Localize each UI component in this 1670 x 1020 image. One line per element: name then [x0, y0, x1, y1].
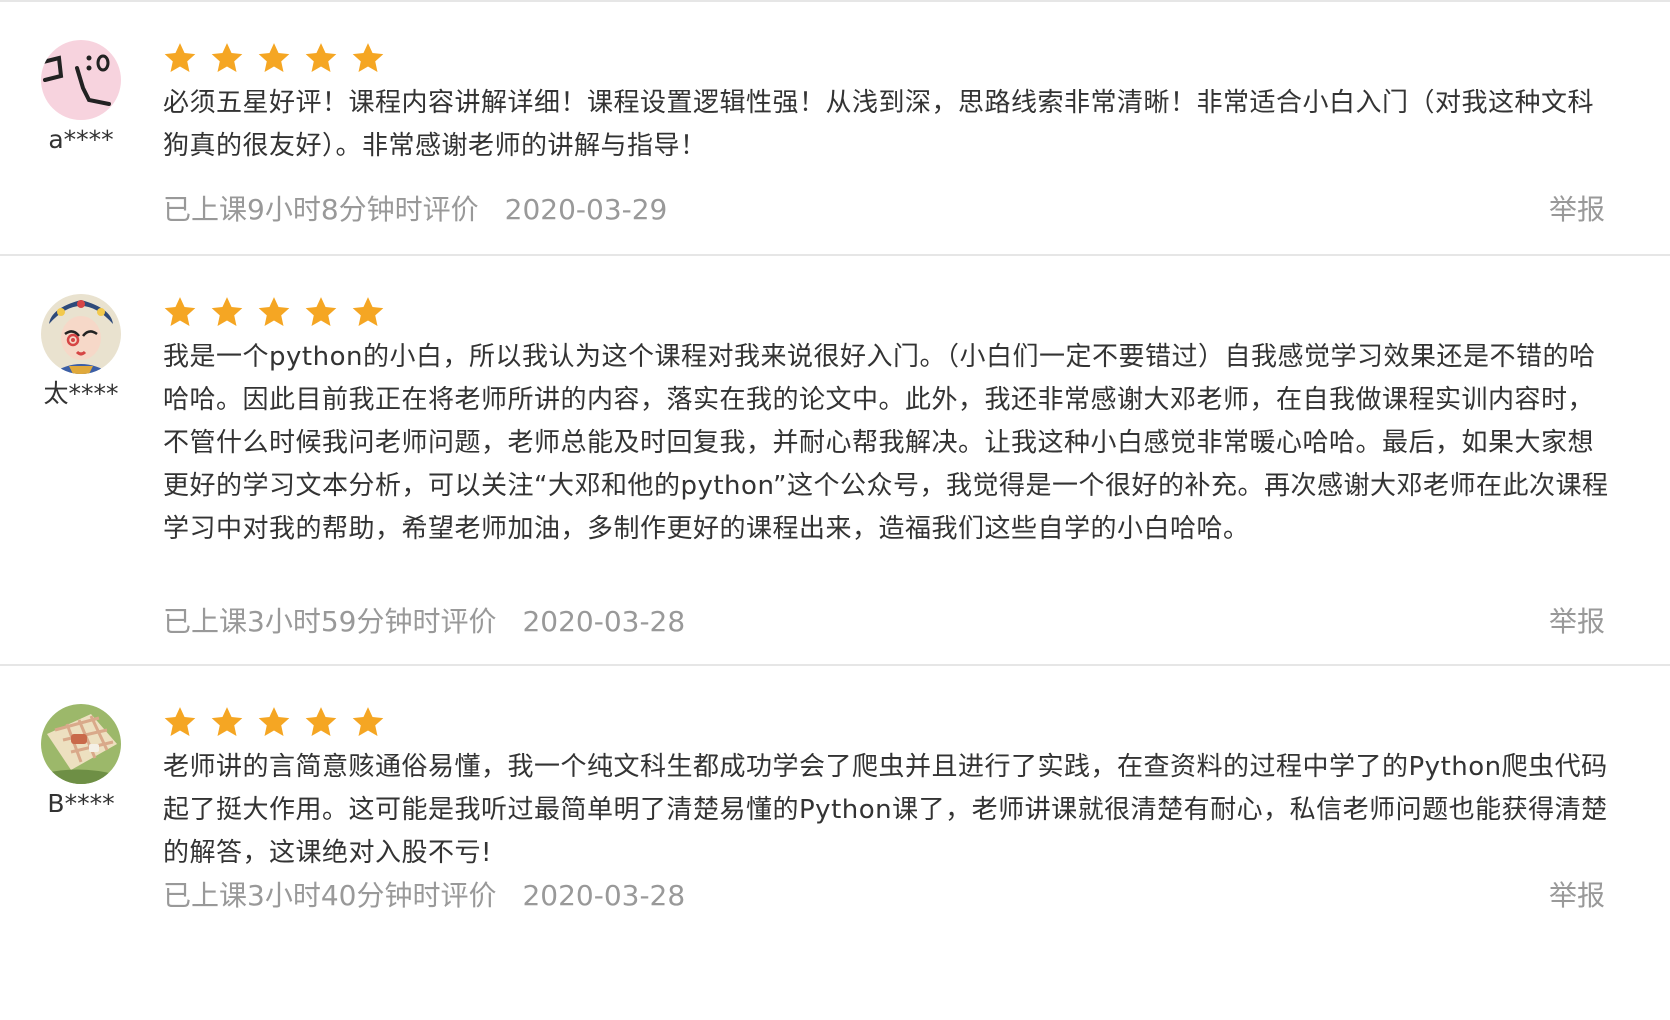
study-time: 已上课9小时8分钟时评价: [163, 193, 479, 226]
top-divider: [0, 0, 1670, 2]
username: 太****: [43, 379, 119, 408]
review-content: 必须五星好评！课程内容讲解详细！课程设置逻辑性强！从浅到深，思路线索非常清晰！非…: [163, 40, 1613, 168]
username: a****: [48, 125, 114, 154]
review-content: 我是一个python的小白，所以我认为这个课程对我来说很好入门。（小白们一定不要…: [163, 294, 1613, 551]
review-meta: 已上课9小时8分钟时评价 2020-03-29: [163, 192, 667, 228]
review-divider: [0, 664, 1670, 666]
review-user: 太****: [40, 294, 122, 408]
star-rating: [163, 704, 1613, 740]
review-meta: 已上课3小时59分钟时评价 2020-03-28: [163, 604, 685, 640]
review-user: a****: [40, 40, 122, 154]
star-icon: [305, 43, 337, 73]
review-meta: 已上课3小时40分钟时评价 2020-03-28: [163, 878, 685, 914]
review-user: B****: [40, 704, 122, 818]
review-date: 2020-03-29: [504, 193, 668, 226]
star-icon: [211, 707, 243, 737]
review-item: 太**** 我是一个python的小白，所以我认为这个课程对我来说很好入门。（小…: [0, 294, 1670, 664]
star-icon: [164, 43, 196, 73]
star-icon: [211, 297, 243, 327]
username: B****: [47, 789, 115, 818]
review-comment: 老师讲的言简意赅通俗易懂，我一个纯文科生都成功学会了爬虫并且进行了实践，在查资料…: [163, 752, 1608, 868]
avatar[interactable]: [41, 294, 121, 374]
review-date: 2020-03-28: [522, 605, 686, 638]
report-link[interactable]: 举报: [1549, 604, 1605, 640]
star-icon: [164, 297, 196, 327]
avatar[interactable]: [41, 704, 121, 784]
pink-doodle-avatar-icon: [41, 40, 121, 120]
review-content: 老师讲的言简意赅通俗易懂，我一个纯文科生都成功学会了爬虫并且进行了实践，在查资料…: [163, 704, 1613, 875]
review-item: B**** 老师讲的言简意赅通俗易懂，我一个纯文科生都成功学会了爬虫并且进行了实…: [0, 704, 1670, 1004]
star-icon: [258, 43, 290, 73]
study-time: 已上课3小时40分钟时评价: [163, 879, 497, 912]
star-rating: [163, 294, 1613, 330]
star-icon: [352, 43, 384, 73]
star-icon: [258, 707, 290, 737]
star-icon: [258, 297, 290, 327]
review-comment: 我是一个python的小白，所以我认为这个课程对我来说很好入门。（小白们一定不要…: [163, 342, 1609, 544]
opera-mask-avatar-icon: [41, 294, 121, 374]
star-rating: [163, 40, 1613, 76]
review-date: 2020-03-28: [522, 879, 686, 912]
star-icon: [305, 297, 337, 327]
review-list: a**** 必须五星好评！课程内容讲解详细！课程设置逻辑性强！从浅到深，思路线索…: [0, 0, 1670, 1020]
study-time: 已上课3小时59分钟时评价: [163, 605, 497, 638]
star-icon: [352, 297, 384, 327]
avatar[interactable]: [41, 40, 121, 120]
star-icon: [164, 707, 196, 737]
review-divider: [0, 254, 1670, 256]
report-link[interactable]: 举报: [1549, 192, 1605, 228]
review-item: a**** 必须五星好评！课程内容讲解详细！课程设置逻辑性强！从浅到深，思路线索…: [0, 40, 1670, 254]
star-icon: [211, 43, 243, 73]
report-link[interactable]: 举报: [1549, 878, 1605, 914]
star-icon: [305, 707, 337, 737]
review-comment: 必须五星好评！课程内容讲解详细！课程设置逻辑性强！从浅到深，思路线索非常清晰！非…: [163, 88, 1595, 161]
picnic-photo-avatar-icon: [41, 704, 121, 784]
star-icon: [352, 707, 384, 737]
